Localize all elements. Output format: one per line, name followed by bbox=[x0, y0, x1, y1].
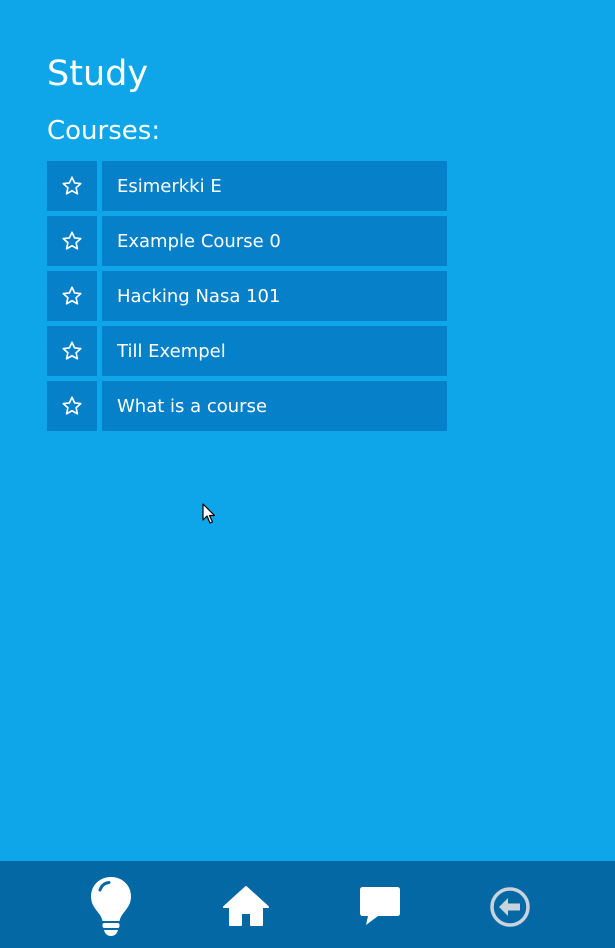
course-button-example-course-0[interactable]: Example Course 0 bbox=[102, 216, 447, 266]
section-title: Courses: bbox=[47, 116, 161, 146]
star-outline-icon bbox=[62, 176, 82, 195]
lightbulb-icon bbox=[91, 877, 131, 936]
page-title: Study bbox=[47, 54, 149, 94]
favorite-button[interactable] bbox=[47, 216, 97, 266]
star-outline-icon bbox=[62, 396, 82, 415]
course-button-till-exempel[interactable]: Till Exempel bbox=[102, 326, 447, 376]
course-row: What is a course bbox=[47, 381, 447, 431]
favorite-button[interactable] bbox=[47, 326, 97, 376]
back-arrow-icon bbox=[490, 887, 530, 927]
nav-home-button[interactable] bbox=[220, 883, 272, 929]
favorite-button[interactable] bbox=[47, 381, 97, 431]
nav-chat-button[interactable] bbox=[354, 883, 406, 929]
star-outline-icon bbox=[62, 231, 82, 250]
bottom-nav-bar bbox=[0, 861, 615, 948]
mouse-cursor-icon bbox=[202, 503, 216, 524]
favorite-button[interactable] bbox=[47, 161, 97, 211]
star-outline-icon bbox=[62, 341, 82, 360]
course-list: Esimerkki E Example Course 0 Hacking Nas… bbox=[47, 161, 447, 436]
course-button-esimerkki-e[interactable]: Esimerkki E bbox=[102, 161, 447, 211]
course-row: Till Exempel bbox=[47, 326, 447, 376]
star-outline-icon bbox=[62, 286, 82, 305]
course-button-hacking-nasa-101[interactable]: Hacking Nasa 101 bbox=[102, 271, 447, 321]
course-row: Esimerkki E bbox=[47, 161, 447, 211]
course-row: Hacking Nasa 101 bbox=[47, 271, 447, 321]
chat-bubble-icon bbox=[360, 887, 400, 925]
nav-back-button[interactable] bbox=[487, 884, 533, 930]
course-button-what-is-a-course[interactable]: What is a course bbox=[102, 381, 447, 431]
nav-study-button[interactable] bbox=[83, 873, 139, 939]
favorite-button[interactable] bbox=[47, 271, 97, 321]
course-row: Example Course 0 bbox=[47, 216, 447, 266]
home-icon bbox=[223, 886, 269, 926]
